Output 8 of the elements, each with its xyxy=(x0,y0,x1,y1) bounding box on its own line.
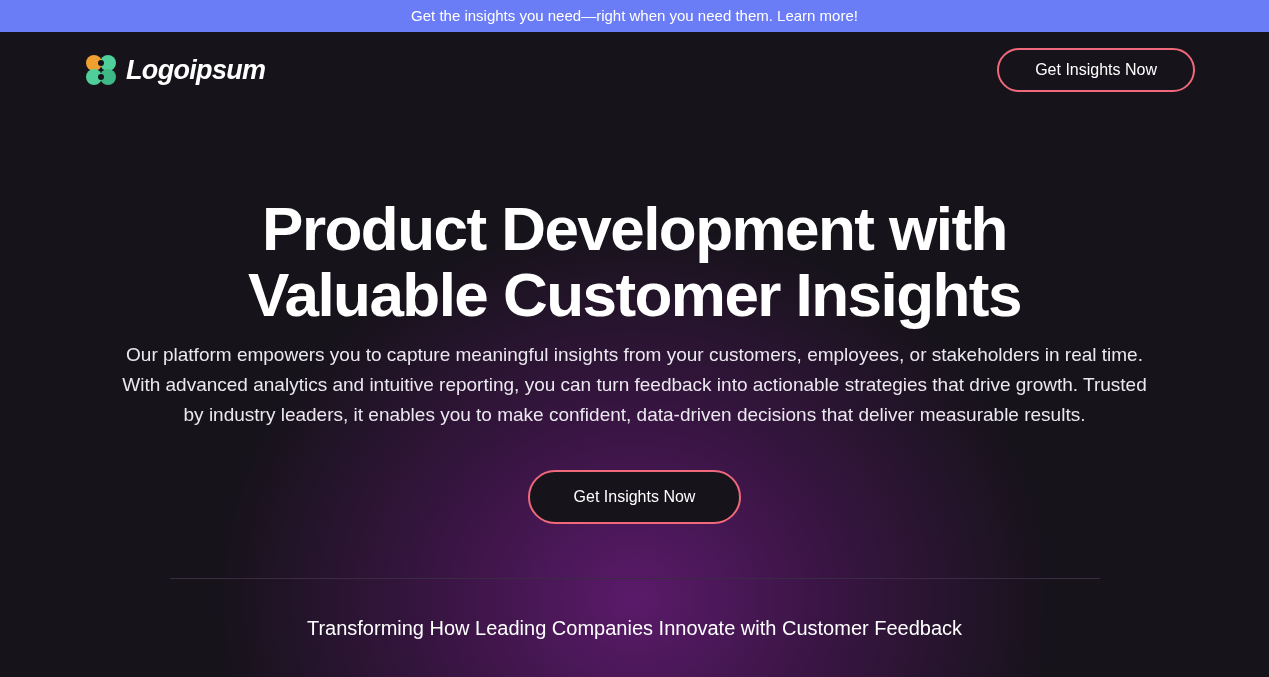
hero-description: Our platform empowers you to capture meaningful insights from your customers, employees, or stakeholders in real time. With advanced analytics and intuitive reporting, you can turn feedback into actionable strategies that drive growth. Trusted by industry leaders, it enables you to make confident, data-driven decisions that deliver measurable results. xyxy=(121,343,1148,427)
get-insights-button[interactable]: Get Insights Now xyxy=(997,48,1195,92)
get-insights-button[interactable]: Get Insights Now xyxy=(527,470,742,524)
hero-title: Valuable Customer Insights xyxy=(248,262,1021,328)
logo-icon xyxy=(84,53,118,87)
hero-title: Product Development with xyxy=(262,196,1007,262)
logo-text: Logoipsum xyxy=(126,53,266,87)
section-heading: Transforming How Leading Companies Innovate with Customer Feedback xyxy=(306,616,963,641)
